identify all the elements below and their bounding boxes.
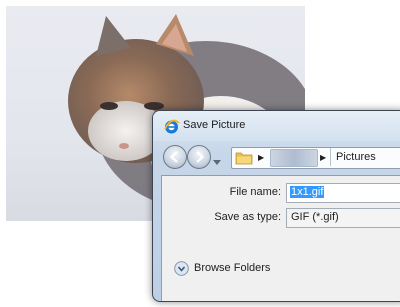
- save-type-label: Save as type:: [214, 211, 281, 223]
- back-arrow-icon: [169, 151, 178, 163]
- folder-icon: [235, 150, 253, 170]
- forward-arrow-icon: [196, 151, 205, 163]
- forward-button[interactable]: [187, 145, 211, 169]
- recent-pages-dropdown-icon[interactable]: [213, 153, 221, 171]
- address-bar[interactable]: ▶ ▶ Pictures ▶: [231, 147, 400, 169]
- navigation-bar: ▶ ▶ Pictures ▶: [153, 141, 400, 171]
- file-name-value: 1x1.gif: [290, 186, 325, 198]
- title-bar[interactable]: Save Picture: [153, 111, 400, 141]
- back-button[interactable]: [163, 145, 187, 169]
- expand-circle-icon[interactable]: [174, 261, 189, 276]
- dialog-body: File name: 1x1.gif Save as type: GIF (*.…: [161, 175, 400, 301]
- save-picture-dialog: Save Picture ▶ ▶ Pictures File name: 1x1…: [152, 110, 400, 302]
- file-name-input[interactable]: 1x1.gif: [286, 183, 400, 203]
- file-name-label: File name:: [229, 186, 281, 198]
- breadcrumb-chevron-icon[interactable]: ▶: [320, 153, 326, 162]
- breadcrumb-chevron-icon[interactable]: ▶: [258, 153, 264, 162]
- breadcrumb-user-folder[interactable]: [270, 149, 318, 167]
- breadcrumb-divider: [330, 148, 331, 166]
- browse-folders-link[interactable]: Browse Folders: [194, 262, 270, 274]
- save-type-select[interactable]: GIF (*.gif): [286, 208, 400, 228]
- ie-icon: [163, 118, 180, 135]
- save-type-value: GIF (*.gif): [291, 211, 339, 223]
- breadcrumb-pictures[interactable]: Pictures: [336, 151, 376, 163]
- dialog-title: Save Picture: [183, 119, 246, 131]
